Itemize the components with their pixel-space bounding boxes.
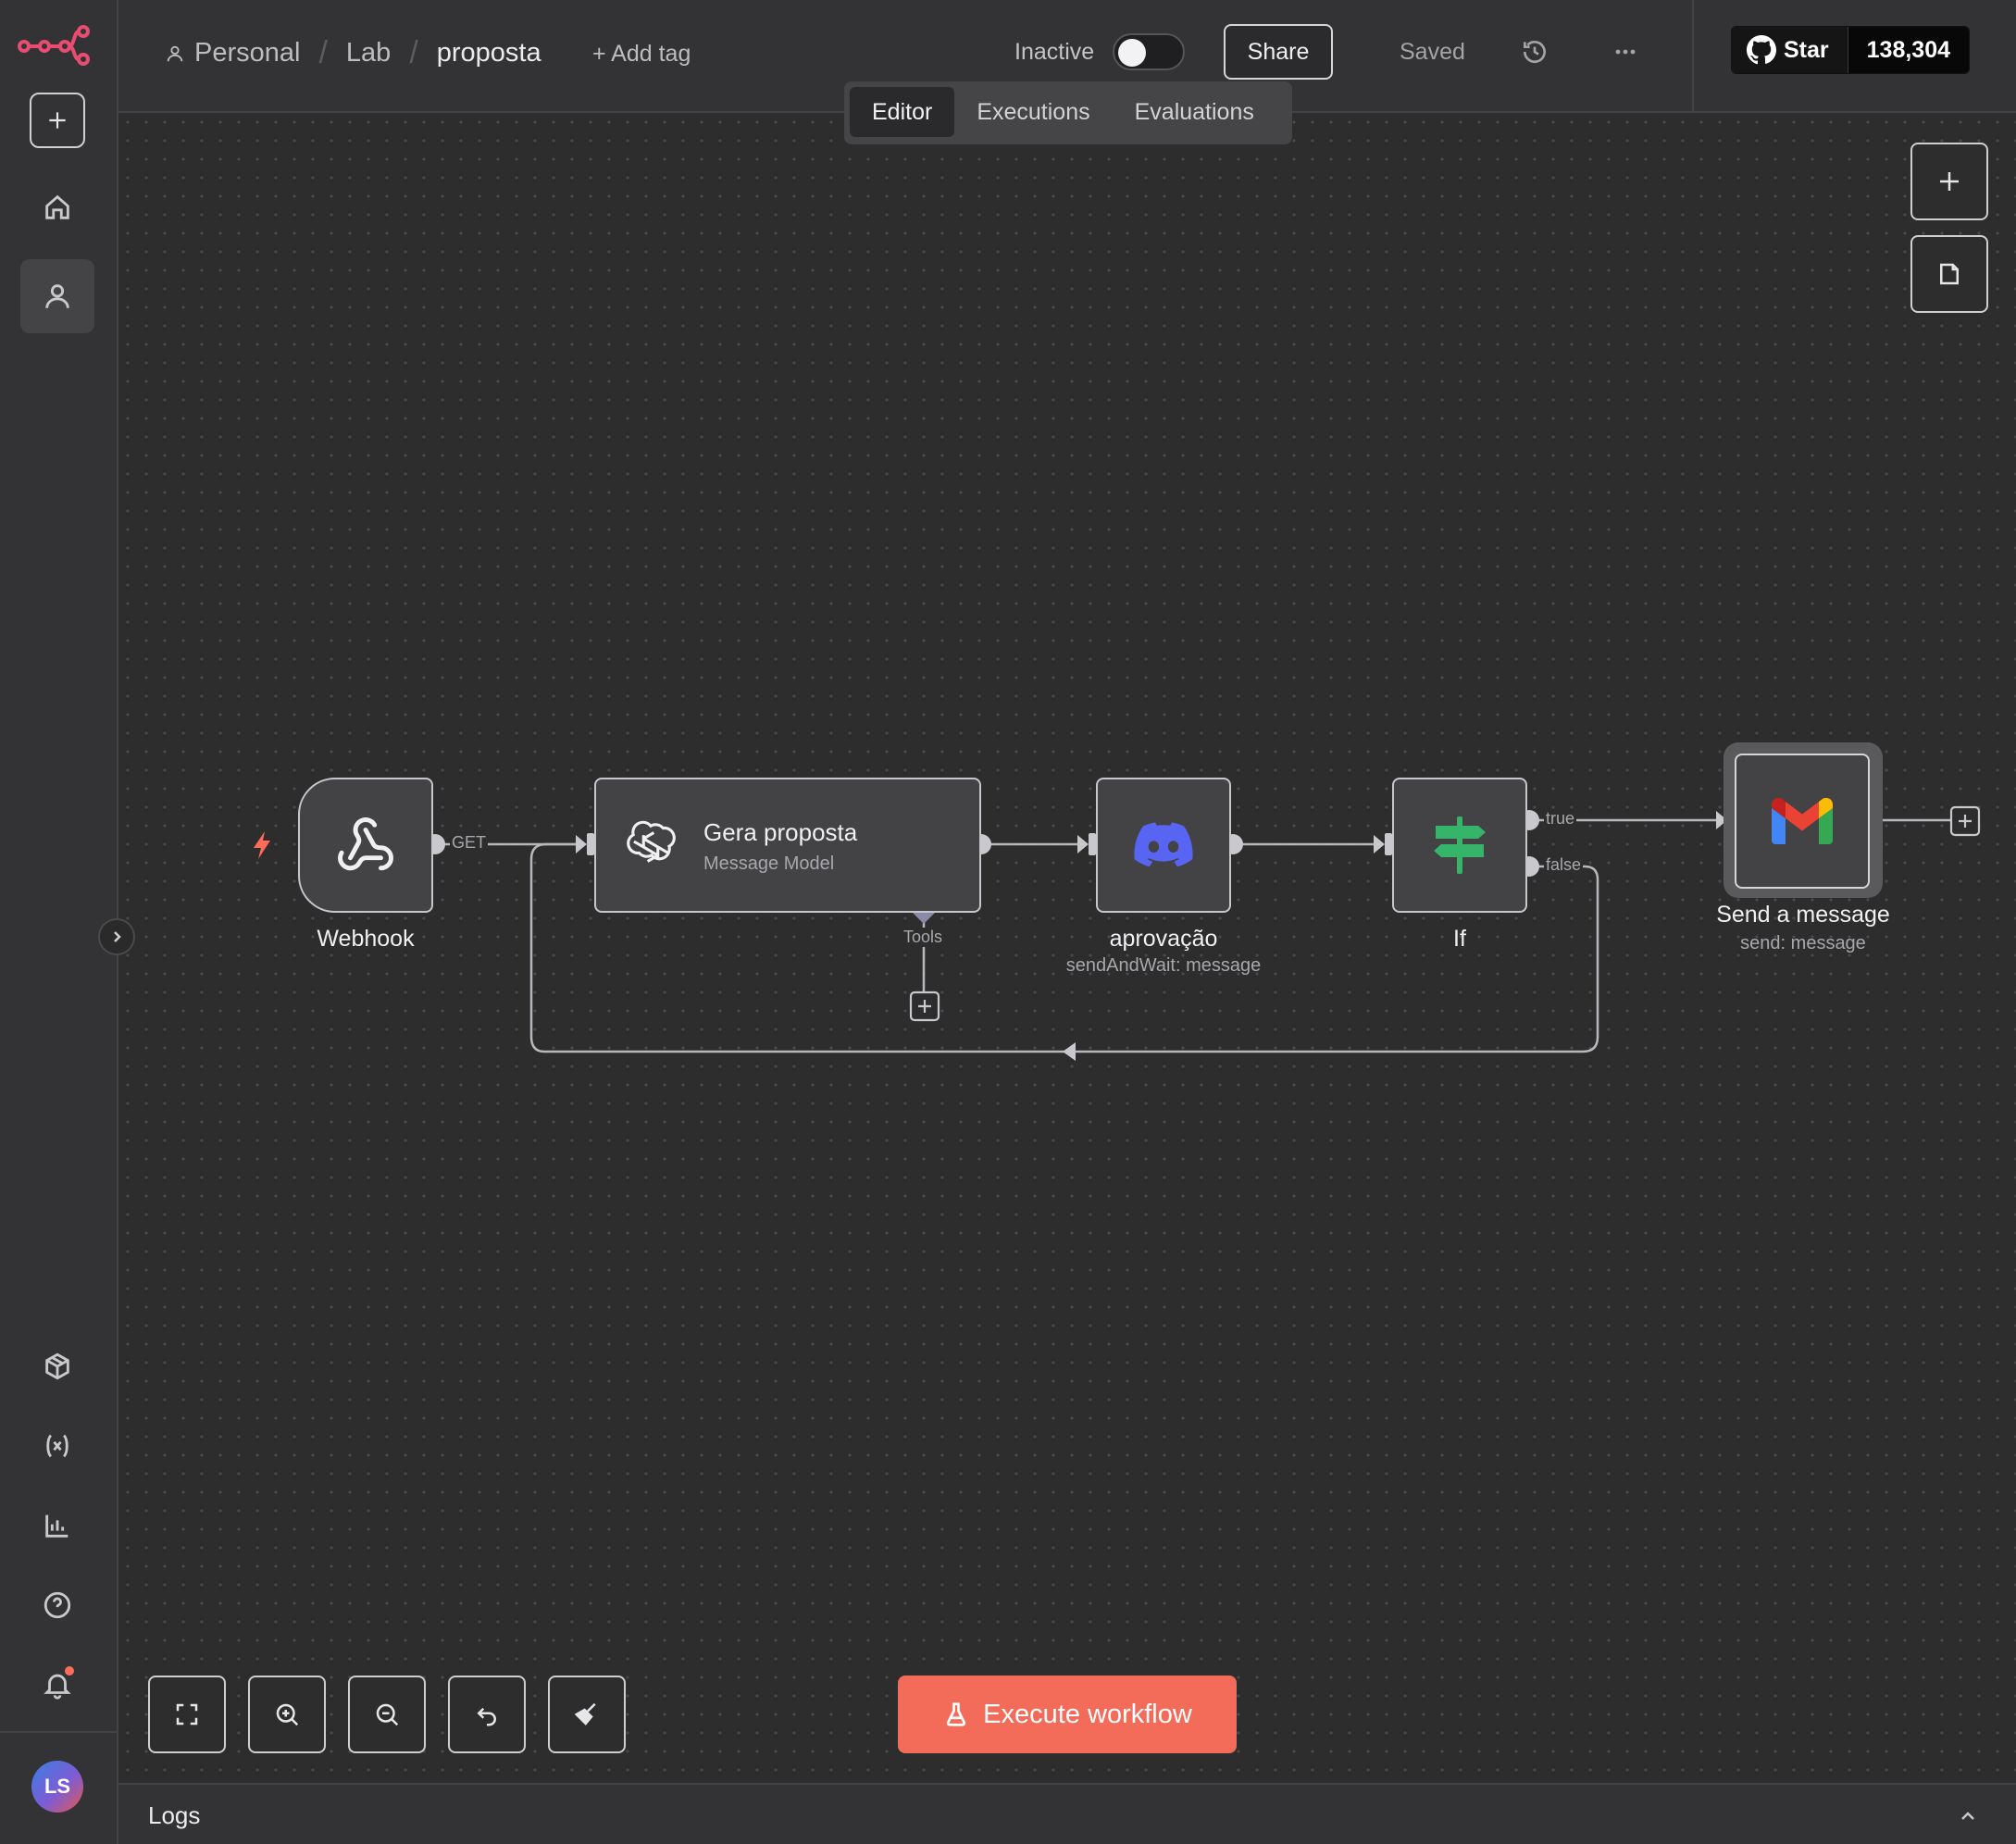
edge-label-false: false — [1544, 855, 1584, 875]
node-gera-proposta-subtitle: Message Model — [703, 853, 835, 874]
sticky-note-icon — [1940, 263, 1959, 285]
more-options-icon[interactable] — [1611, 37, 1640, 67]
add-tag-button[interactable]: + Add tag — [592, 41, 691, 68]
breadcrumb-separator: / — [409, 35, 418, 70]
plus-icon — [1940, 172, 1959, 191]
node-send-a-message[interactable] — [1735, 754, 1870, 889]
trigger-bolt-icon — [254, 831, 270, 859]
sidebar-item-overview[interactable] — [20, 170, 94, 244]
edge-label-get: GET — [450, 833, 489, 853]
logs-panel-bar[interactable]: Logs — [118, 1783, 2016, 1844]
sidebar-item-notifications[interactable] — [20, 1648, 94, 1722]
variable-icon — [46, 1434, 68, 1458]
node-webhook-label: Webhook — [317, 926, 415, 952]
n8n-logo[interactable] — [17, 22, 94, 67]
edge-label-true: true — [1544, 809, 1577, 829]
node-aprovacao-label: aprovação — [1109, 926, 1218, 952]
node-send-a-message-subtitle: send: message — [1740, 933, 1866, 953]
gmail-icon — [1772, 798, 1833, 844]
chevron-right-icon — [114, 931, 121, 942]
github-star-button[interactable]: Star 138,304 — [1731, 26, 1971, 74]
breadcrumb-separator: / — [318, 35, 328, 70]
create-button[interactable] — [30, 93, 85, 148]
flask-icon — [946, 1702, 966, 1726]
edge-label-tools: Tools — [902, 928, 945, 947]
plus-icon — [49, 112, 66, 129]
help-icon — [44, 1591, 71, 1619]
openai-icon — [627, 820, 676, 863]
node-aprovacao[interactable] — [1096, 778, 1231, 913]
chevron-up-icon[interactable] — [1957, 1805, 1979, 1827]
header-divider — [1692, 0, 1694, 111]
breadcrumb-owner[interactable]: Personal — [194, 38, 300, 69]
notification-dot — [65, 1666, 74, 1676]
zoom-in-button[interactable] — [248, 1676, 326, 1753]
node-if-label: If — [1453, 926, 1466, 952]
signpost-icon — [1434, 816, 1486, 874]
undo-button[interactable] — [448, 1676, 526, 1753]
node-send-a-message-label: Send a message — [1716, 902, 1890, 928]
node-if[interactable] — [1392, 778, 1527, 913]
zoom-out-icon — [376, 1703, 399, 1726]
bar-chart-icon — [45, 1514, 68, 1538]
undo-icon — [477, 1707, 496, 1726]
node-gera-proposta-title: Gera proposta — [703, 818, 858, 846]
webhook-icon — [338, 817, 393, 871]
github-star-label: Star — [1732, 27, 1848, 73]
breadcrumb: Personal / Lab / proposta — [165, 35, 541, 71]
sidebar-item-templates[interactable] — [20, 1329, 94, 1403]
sidebar-item-personal[interactable] — [20, 259, 94, 333]
discord-icon — [1134, 822, 1193, 867]
execute-workflow-label: Execute workflow — [983, 1699, 1192, 1729]
add-sticky-note-button[interactable] — [1910, 235, 1988, 313]
execute-workflow-button[interactable]: Execute workflow — [898, 1676, 1237, 1753]
broom-icon — [574, 1702, 596, 1726]
add-node-button[interactable] — [1910, 143, 1988, 220]
box-icon — [45, 1352, 69, 1380]
tab-editor[interactable]: Editor — [850, 87, 955, 137]
sidebar-item-variables[interactable] — [20, 1409, 94, 1483]
github-star-count: 138,304 — [1848, 27, 1970, 73]
zoom-in-icon — [276, 1703, 299, 1726]
logs-label: Logs — [148, 1801, 201, 1829]
tidy-up-button[interactable] — [548, 1676, 626, 1753]
user-icon — [45, 284, 69, 308]
user-icon — [167, 45, 183, 61]
github-icon — [1747, 35, 1776, 65]
user-avatar[interactable]: LS — [31, 1761, 83, 1813]
main-sidebar: LS — [0, 0, 118, 1844]
node-gera-proposta[interactable]: Gera proposta Message Model — [594, 778, 981, 913]
zoom-out-button[interactable] — [348, 1676, 426, 1753]
fit-view-icon — [176, 1703, 198, 1726]
sidebar-item-insights[interactable] — [20, 1489, 94, 1563]
history-icon[interactable] — [1520, 37, 1549, 67]
share-button[interactable]: Share — [1224, 24, 1333, 80]
active-toggle[interactable] — [1113, 33, 1185, 70]
saved-status: Saved — [1400, 39, 1465, 65]
expand-sidebar-button[interactable] — [98, 918, 135, 955]
tab-evaluations[interactable]: Evaluations — [1113, 87, 1276, 137]
tab-executions[interactable]: Executions — [954, 87, 1112, 137]
breadcrumb-folder[interactable]: Lab — [346, 38, 391, 69]
node-webhook[interactable] — [298, 778, 433, 913]
toggle-knob — [1118, 39, 1146, 67]
github-star-text: Star — [1784, 36, 1829, 63]
home-icon — [45, 194, 69, 219]
sidebar-divider — [0, 1731, 118, 1733]
node-aprovacao-subtitle: sendAndWait: message — [1065, 955, 1262, 976]
active-status-label: Inactive — [1014, 39, 1095, 65]
view-tabs: Editor Executions Evaluations — [844, 81, 1292, 144]
zoom-to-fit-button[interactable] — [148, 1676, 226, 1753]
workflow-name[interactable]: proposta — [437, 38, 541, 69]
sidebar-item-help[interactable] — [20, 1568, 94, 1642]
